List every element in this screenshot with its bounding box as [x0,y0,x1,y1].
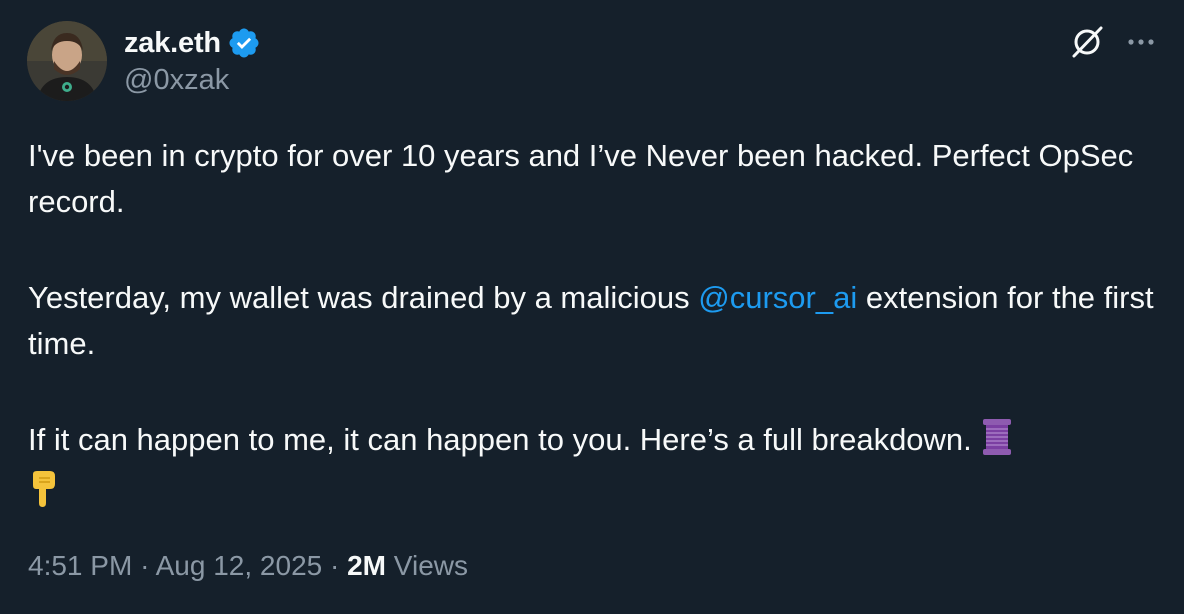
tweet-paragraph: I've been in crypto for over 10 years an… [28,138,1134,219]
mention-link[interactable]: @cursor_ai [698,280,857,315]
meta-separator: · [140,550,150,581]
verified-badge-icon[interactable] [227,26,261,60]
tweet-paragraph: If it can happen to me, it can happen to… [28,417,1168,521]
tweet-text-segment: Yesterday, my wallet was drained by a ma… [28,280,699,315]
tweet-date[interactable]: Aug 12, 2025 [156,550,323,581]
tweet-text: I've been in crypto for over 10 years an… [28,133,1168,521]
author-handle[interactable]: @0xzak [124,64,229,97]
grok-icon[interactable] [1068,23,1106,61]
tweet-meta: 4:51 PM · Aug 12, 2025 · 2M Views [28,550,468,582]
pointing-down-emoji [28,470,60,521]
author-name-row: zak.eth [124,25,261,61]
more-options-icon[interactable] [1124,30,1158,54]
tweet-paragraph: Yesterday, my wallet was drained by a ma… [28,275,1168,367]
views-label: Views [393,550,468,581]
views-count[interactable]: 2M [347,550,386,581]
display-name[interactable]: zak.eth [124,27,221,60]
tweet-card: zak.eth @0xzak I've been in crypto for o… [0,0,1184,614]
thread-spool-emoji [980,418,1014,469]
meta-separator: · [330,550,340,581]
tweet-text-segment: If it can happen to me, it can happen to… [28,422,972,457]
tweet-time[interactable]: 4:51 PM [28,550,132,581]
avatar[interactable] [27,21,107,101]
